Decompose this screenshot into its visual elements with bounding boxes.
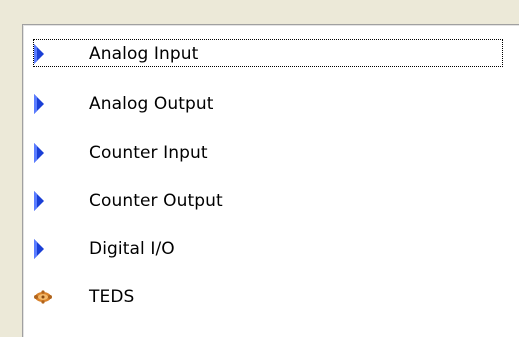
list-item-label: TEDS [89,287,135,307]
list-item-label: Analog Output [89,94,214,114]
blue-arrow-icon [33,41,55,67]
list-item-teds[interactable]: TEDS [31,280,511,314]
list-item-counter-input[interactable]: Counter Input [31,136,511,170]
list-item-label: Counter Input [89,143,208,163]
list-item-label: Analog Input [89,44,199,64]
blue-arrow-icon [33,188,55,214]
list-item-label: Digital I/O [89,239,175,259]
list-item-label: Counter Output [89,191,223,211]
measurement-type-list[interactable]: Analog Input Analog Output Counter Input… [22,24,519,337]
blue-arrow-icon [33,140,55,166]
blue-arrow-icon [33,91,55,117]
list-item-analog-input[interactable]: Analog Input [31,37,511,71]
window-frame: Analog Input Analog Output Counter Input… [0,0,519,337]
teds-sensor-icon [33,284,55,310]
list-item-digital-io[interactable]: Digital I/O [31,232,511,266]
list-item-counter-output[interactable]: Counter Output [31,184,511,218]
list-item-analog-output[interactable]: Analog Output [31,87,511,121]
blue-arrow-icon [33,236,55,262]
